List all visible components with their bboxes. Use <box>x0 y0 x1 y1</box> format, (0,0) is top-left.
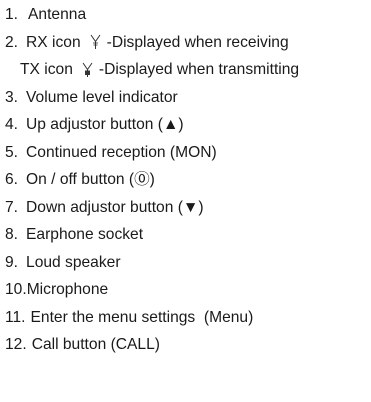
list-item-power-button: 6. On / off button (⓪) <box>5 166 367 194</box>
item-text: Call button (CALL) <box>31 336 160 353</box>
list-item-earphone-socket: 8. Earphone socket <box>5 221 367 249</box>
list-item-tx-icon: TX icon -Displayed when transmitting <box>5 56 367 84</box>
item-text: Volume level indicator <box>26 88 178 106</box>
item-text: Microphone <box>26 281 109 298</box>
item-text: Continued reception (MON) <box>26 143 217 161</box>
item-number: 4. <box>5 116 19 133</box>
tx-antenna-icon <box>82 62 93 78</box>
item-text: Earphone socket <box>26 226 144 243</box>
list-item-microphone: 10. Microphone <box>5 276 367 304</box>
list-item-rx-icon: 2. RX icon -Displayed when receiving <box>5 29 367 57</box>
item-text: Enter the menu settings (Menu) <box>30 308 254 326</box>
item-number: 8. <box>5 226 19 243</box>
item-text: On / off button (⓪) <box>26 171 155 188</box>
list-item-up-button: 4. Up adjustor button (▲) <box>5 111 367 139</box>
list-item-call-button: 12. Call button (CALL) <box>5 331 367 359</box>
item-text: Down adjustor button (▼) <box>26 198 204 216</box>
item-number: 1. <box>5 6 19 23</box>
list-item-down-button: 7. Down adjustor button (▼) <box>5 194 367 222</box>
rx-antenna-icon <box>90 34 101 50</box>
item-text: Up adjustor button (▲) <box>26 116 184 133</box>
item-text: Loud speaker <box>26 253 121 271</box>
list-item-volume-indicator: 3. Volume level indicator <box>5 84 367 112</box>
list-item-monitor: 5. Continued reception (MON) <box>5 139 367 167</box>
list-item-menu-settings: 11. Enter the menu settings (Menu) <box>5 304 367 332</box>
item-text: -Displayed when transmitting <box>98 61 300 78</box>
item-number: 10. <box>5 281 27 298</box>
item-number: 6. <box>5 171 19 188</box>
parts-list: 1. Antenna 2. RX icon -Displayed when re… <box>5 1 367 359</box>
item-number: 12. <box>5 336 27 353</box>
item-number: 11. <box>5 308 26 326</box>
item-number: 9. <box>5 253 19 271</box>
item-text: Antenna <box>28 6 87 23</box>
list-item-loud-speaker: 9. Loud speaker <box>5 249 367 277</box>
item-number: 2. <box>5 33 19 51</box>
item-number: 3. <box>5 88 19 106</box>
item-label: RX icon <box>26 33 81 51</box>
item-text: -Displayed when receiving <box>106 33 289 51</box>
item-number: 7. <box>5 198 19 216</box>
item-number: 5. <box>5 143 19 161</box>
item-label: TX icon <box>20 61 73 78</box>
list-item-antenna: 1. Antenna <box>5 1 367 29</box>
page: { "items": [ {"num": "1.", "text": "Ante… <box>0 0 371 402</box>
